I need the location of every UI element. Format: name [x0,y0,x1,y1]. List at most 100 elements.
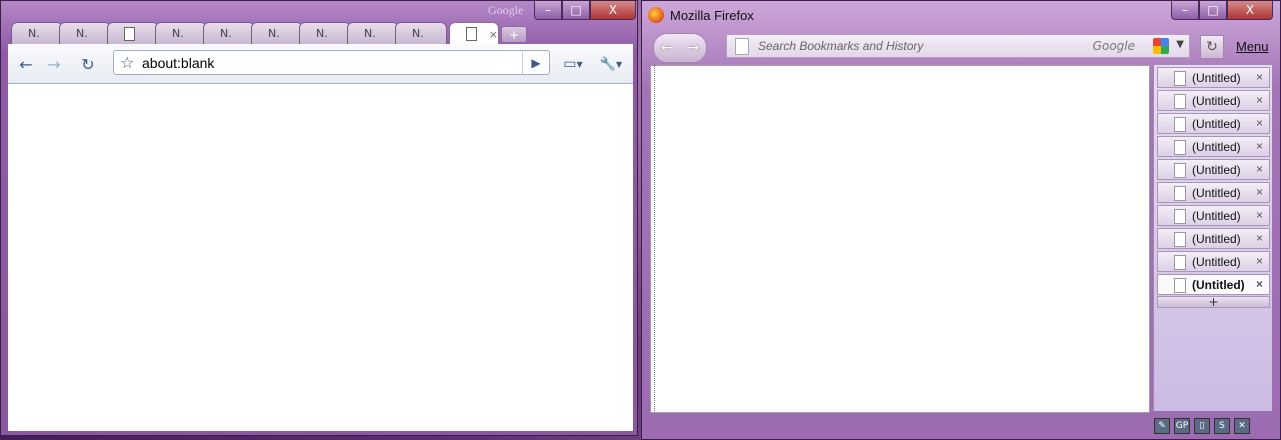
page-icon [1174,163,1186,178]
side-tab-label: (Untitled) [1192,255,1241,269]
firefox-window: Mozilla Firefox – □ X ← → Search Bookmar… [641,0,1281,440]
reload-button[interactable]: ↻ [76,53,100,75]
new-tab-button[interactable]: + [1157,296,1270,308]
side-tab-label: (Untitled) [1192,232,1241,246]
vertical-tab-list: (Untitled) × (Untitled) × (Untitled) × (Unt… [1153,65,1272,411]
side-tab[interactable]: (Untitled) × [1157,90,1270,111]
gp-icon[interactable]: GP [1174,417,1190,434]
side-tab-label: (Untitled) [1192,163,1241,177]
url-input[interactable]: about:blank [142,55,214,71]
reload-button[interactable]: ↻ [1200,35,1224,59]
tab-label: N. [172,27,184,40]
minimize-button[interactable]: – [534,1,562,20]
chrome-window-controls: – □ X [534,1,636,20]
side-tab[interactable]: (Untitled) × [1157,67,1270,88]
status-bar: ✎ GP ▯ S ✕ [1150,412,1281,439]
side-tab[interactable]: (Untitled) × [1157,136,1270,157]
go-icon[interactable]: ▶ [522,51,549,74]
x-addon-icon[interactable]: ✕ [1234,417,1250,434]
chrome-toolbar: ← → ↻ ☆ about:blank ▶ ▭ ▼ 🔧 ▼ [8,44,633,84]
side-tab[interactable]: (Untitled) × [1157,251,1270,272]
firefox-page-content[interactable] [650,65,1150,413]
page-icon [1174,255,1186,270]
tab-close-icon[interactable]: × [489,28,498,41]
splitter-handle[interactable] [650,65,655,411]
minimize-button[interactable]: – [1171,1,1199,20]
forward-button[interactable]: → [42,53,66,75]
chrome-page-content[interactable] [8,84,633,431]
search-engine-label: Google [1092,39,1135,53]
close-icon[interactable]: × [1256,139,1263,153]
page-icon [1174,94,1186,109]
google-icon[interactable] [1153,38,1169,54]
side-tab[interactable]: (Untitled) × [1157,159,1270,180]
chrome-window: Google – □ X N. N. N. N. N. N. N. N. × +… [0,0,638,436]
close-icon[interactable]: × [1256,254,1263,268]
close-icon[interactable]: × [1256,162,1263,176]
forward-button[interactable]: → [680,40,706,56]
page-icon [1174,140,1186,155]
wrench-icon[interactable]: 🔧 ▼ [596,53,626,75]
maximize-button[interactable]: □ [562,1,590,20]
side-tab[interactable]: (Untitled) × [1157,205,1270,226]
tab[interactable]: N. [11,22,63,44]
side-tab-label: (Untitled) [1192,117,1241,131]
tab[interactable]: N. [203,22,255,44]
omnibox[interactable]: ☆ about:blank ▶ [113,50,550,75]
close-icon[interactable]: × [1256,93,1263,107]
close-icon[interactable]: × [1256,277,1263,291]
tab-active[interactable]: × [449,22,499,45]
close-button[interactable]: X [1227,1,1273,20]
close-icon[interactable]: × [1256,70,1263,84]
close-icon[interactable]: × [1256,116,1263,130]
back-button[interactable]: ← [654,40,680,56]
page-icon [1174,71,1186,86]
page-icon [1174,117,1186,132]
close-button[interactable]: X [590,1,636,20]
tab[interactable]: N. [347,22,399,44]
sidebar-icon[interactable]: ▯ [1194,417,1210,434]
side-tab[interactable]: (Untitled) × [1157,228,1270,249]
firefox-window-controls: – □ X [1171,1,1273,20]
s-addon-icon[interactable]: S [1214,417,1230,434]
menu-button[interactable]: Menu [1236,39,1269,54]
tab[interactable]: N. [155,22,207,44]
page-icon [124,26,135,41]
side-tab-active[interactable]: (Untitled) × [1157,274,1270,295]
close-icon[interactable]: × [1256,185,1263,199]
close-icon[interactable]: × [1256,231,1263,245]
maximize-button[interactable]: □ [1199,1,1227,20]
back-button[interactable]: ← [14,53,38,75]
close-icon[interactable]: × [1256,208,1263,222]
tab[interactable]: N. [299,22,351,44]
chrome-brand: Google [488,3,524,17]
tab-label: N. [412,27,424,40]
side-tab-label: (Untitled) [1192,186,1241,200]
page-icon [1174,278,1186,293]
dropdown-arrow-icon[interactable]: ▼ [1176,39,1184,50]
tab[interactable]: N. [395,22,447,44]
new-tab-button[interactable]: + [501,26,527,43]
pencil-icon[interactable]: ✎ [1154,417,1170,434]
tab[interactable]: N. [59,22,111,44]
page-icon [1174,186,1186,201]
side-tab-label: (Untitled) [1192,278,1245,292]
tab[interactable] [107,22,159,44]
page-icon [1174,232,1186,247]
side-tab[interactable]: (Untitled) × [1157,182,1270,203]
page-icon [466,27,477,41]
page-menu-icon[interactable]: ▭ ▼ [558,53,588,75]
side-tab[interactable]: (Untitled) × [1157,113,1270,134]
tab-strip: N. N. N. N. N. N. N. N. × [11,22,551,45]
side-tab-label: (Untitled) [1192,209,1241,223]
tab-label: N. [76,27,88,40]
side-tab-label: (Untitled) [1192,140,1241,154]
tab-label: N. [364,27,376,40]
location-bar[interactable]: Search Bookmarks and History Google ▼ [726,34,1190,58]
tab-label: N. [220,27,232,40]
bookmark-star-icon[interactable]: ☆ [120,53,134,72]
tab[interactable]: N. [251,22,303,44]
page-icon [1174,209,1186,224]
window-title: Mozilla Firefox [670,8,754,23]
tab-label: N. [268,27,280,40]
